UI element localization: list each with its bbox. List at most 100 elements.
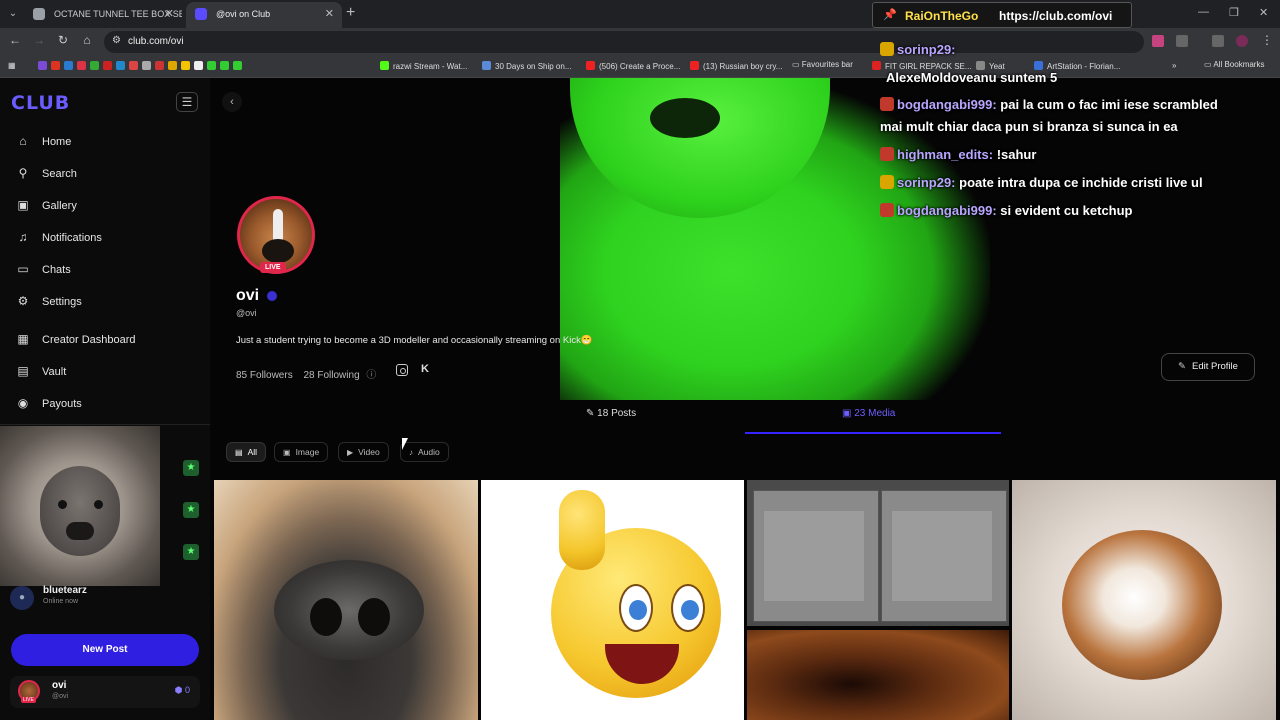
filter-video[interactable]: ▶ Video	[338, 442, 389, 462]
close-window-icon[interactable]: ✕	[1259, 6, 1268, 19]
chat-user: bogdangabi999:	[897, 97, 997, 112]
dog-muzzle	[262, 239, 294, 263]
chat-text: poate intra dupa ce inchide cristi live …	[955, 175, 1203, 190]
chat-badge-icon	[880, 175, 894, 189]
gallery-icon: ▣	[17, 198, 29, 212]
media-item-3d-screenshot[interactable]	[747, 480, 1009, 626]
profile-name: ovi	[236, 287, 260, 304]
bookmark-item[interactable]: razwi Stream - Wat...	[380, 61, 467, 71]
tab-favicon-icon	[195, 8, 207, 20]
sidebar-item-gallery[interactable]: ▣ Gallery	[16, 198, 77, 212]
online-user-status: Online now	[43, 598, 79, 605]
vault-icon: ▤	[17, 364, 29, 378]
minimize-icon[interactable]: —	[1198, 6, 1209, 18]
sidebar-item-settings[interactable]: ⚙ Settings	[16, 294, 82, 308]
online-user-name: bluetearz	[43, 585, 87, 596]
webcam-snout	[66, 522, 94, 540]
sidebar-item-vault[interactable]: ▤ Vault	[16, 364, 66, 378]
url-text: club.com/ovi	[128, 36, 184, 47]
back-arrow-icon[interactable]: ‹	[222, 92, 242, 112]
filter-all[interactable]: ▤ All	[226, 442, 267, 462]
sidebar-item-label: Payouts	[42, 398, 82, 410]
sidebar-item-home[interactable]: ⌂ Home	[16, 134, 71, 148]
bookmark-item[interactable]: (506) Create a Proce...	[586, 61, 680, 71]
media-item-dog-nose[interactable]	[214, 480, 478, 720]
tab-favicon-icon	[33, 8, 45, 20]
chat-badge-icon	[880, 203, 894, 217]
tab-title: @ovi on Club	[216, 9, 271, 19]
folder-icon: ▭	[792, 60, 802, 69]
home-icon[interactable]: ⌂	[78, 33, 96, 47]
chat-badge-icon	[880, 42, 894, 56]
sidebar-item-payouts[interactable]: ◉ Payouts	[16, 396, 82, 410]
sidebar-menu-button[interactable]: ☰	[176, 92, 198, 112]
bookmark-item[interactable]: (13) Russian boy cry...	[690, 61, 782, 71]
star-icon[interactable]: ★	[183, 544, 199, 560]
star-icon[interactable]: ★	[183, 460, 199, 476]
filter-image[interactable]: ▣ Image	[274, 442, 329, 462]
tab-label: 18 Posts	[597, 408, 637, 419]
bookmark-label: (506) Create a Proce...	[599, 62, 681, 71]
bookmark-label: razwi Stream - Wat...	[393, 62, 468, 71]
current-user-name: ovi	[52, 680, 67, 691]
chat-message: sorinp29:	[880, 42, 956, 57]
dashboard-icon: ▦	[17, 332, 29, 346]
chat-text: mai mult chiar daca pun si branza si sun…	[880, 119, 1178, 134]
search-icon: ⚲	[18, 166, 28, 180]
sidebar-item-search[interactable]: ⚲ Search	[16, 166, 77, 180]
chat-user: sorinp29:	[897, 42, 956, 57]
emoji-iris	[629, 600, 647, 620]
star-icon[interactable]: ★	[183, 502, 199, 518]
close-tab-icon[interactable]: ✕	[165, 2, 174, 26]
chat-badge-icon	[880, 97, 894, 111]
maximize-icon[interactable]: ❐	[1229, 6, 1239, 19]
dog-blaze	[273, 209, 283, 243]
chat-user: highman_edits:	[897, 147, 994, 162]
new-tab-button[interactable]: +	[346, 4, 355, 22]
followers-link[interactable]: 85 Followers	[236, 370, 293, 381]
edit-profile-button[interactable]: ✎ Edit Profile	[1161, 353, 1255, 381]
chat-message: bogdangabi999: pai la cum o fac imi iese…	[880, 97, 1218, 112]
close-tab-icon[interactable]: ✕	[325, 2, 334, 26]
gear-icon: ⚙	[17, 294, 29, 308]
sidebar-item-label: Notifications	[42, 232, 102, 244]
badge-count: 0	[184, 685, 190, 695]
chat-text: si evident cu ketchup	[996, 203, 1133, 218]
chat-message: mai mult chiar daca pun si branza si sun…	[880, 119, 1178, 134]
sidebar-item-chats[interactable]: ▭ Chats	[16, 262, 70, 276]
club-logo[interactable]: CLUB	[11, 92, 70, 114]
sidebar-item-label: Creator Dashboard	[42, 334, 136, 346]
current-user-handle: @ovi	[52, 693, 69, 700]
browser-tab-club[interactable]: @ovi on Club ✕	[186, 2, 342, 28]
browser-tab-octane[interactable]: OCTANE TUNNEL TEE BOX SET ✕	[24, 2, 182, 28]
back-icon[interactable]: ←	[6, 33, 24, 47]
payouts-icon: ◉	[17, 396, 29, 410]
info-icon[interactable]: ⓘ	[366, 370, 376, 381]
new-post-button[interactable]: New Post	[11, 634, 199, 666]
site-info-icon[interactable]: ⚙	[112, 35, 121, 46]
following-link[interactable]: 28 Following	[303, 370, 359, 381]
sidebar-item-label: Search	[42, 168, 77, 180]
bookmark-item[interactable]: 30 Days on Ship on...	[482, 61, 572, 71]
forward-icon[interactable]: →	[30, 33, 48, 47]
current-user-card[interactable]: LIVE ovi @ovi ⬢ 0	[10, 676, 200, 708]
media-item-thumbs-up-emoji[interactable]	[481, 480, 744, 720]
verified-icon	[267, 291, 277, 301]
kick-icon[interactable]: K	[421, 363, 429, 375]
reload-icon[interactable]: ↻	[54, 33, 72, 47]
sidebar-item-notifications[interactable]: ♫ Notifications	[16, 230, 102, 244]
media-item-dog-eye[interactable]	[747, 630, 1009, 720]
home-icon: ⌂	[19, 134, 27, 148]
webcam-dog-face	[40, 466, 120, 556]
viewport-model	[764, 511, 864, 601]
apps-icon[interactable]: ▦	[8, 61, 16, 70]
sidebar-item-creator-dashboard[interactable]: ▦ Creator Dashboard	[16, 332, 136, 346]
tab-search-button[interactable]: ⌄	[4, 5, 22, 23]
messages-count-badge[interactable]: ⬢ 0	[175, 685, 190, 696]
instagram-icon[interactable]	[396, 364, 408, 376]
chat-message: bogdangabi999: si evident cu ketchup	[880, 203, 1133, 218]
tab-posts[interactable]: ✎ 18 Posts	[586, 408, 636, 419]
bookmark-folder[interactable]: ▭ Favourites bar	[792, 60, 853, 69]
tab-media[interactable]: ▣ 23 Media	[842, 408, 895, 419]
media-item-puppy[interactable]	[1012, 480, 1276, 720]
